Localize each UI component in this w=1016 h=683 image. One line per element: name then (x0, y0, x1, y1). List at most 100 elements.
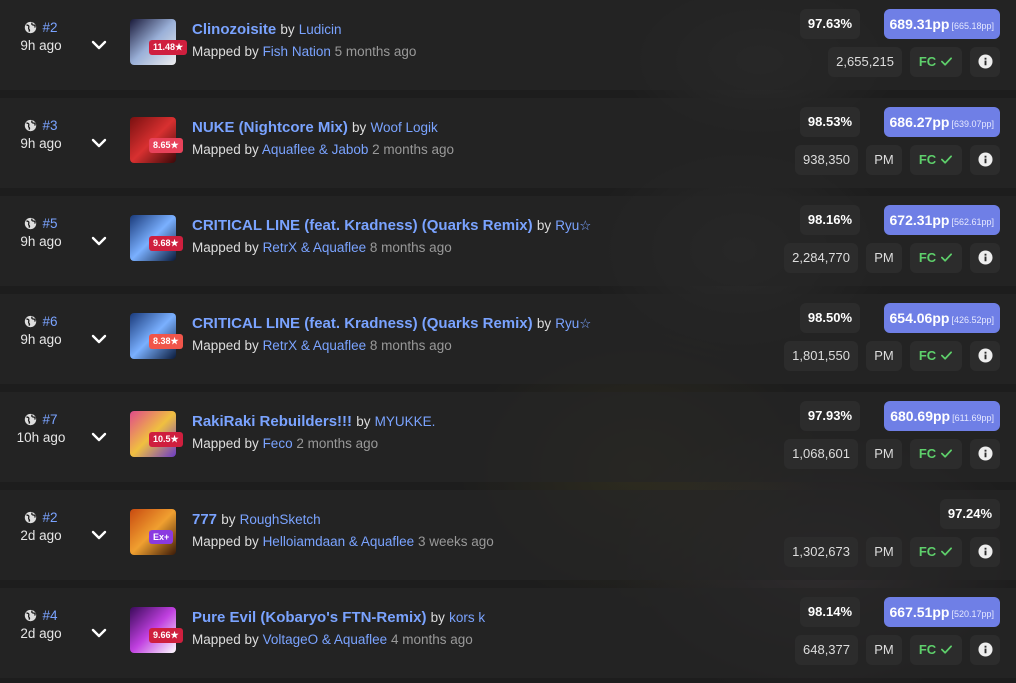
fc-label: FC (918, 250, 937, 265)
score-row[interactable]: #2 9h ago 11.48★ Clinozoisite by Ludicin Map… (0, 0, 1016, 90)
check-icon (936, 250, 953, 265)
rank-number[interactable]: #2 (42, 510, 57, 525)
mapper-name[interactable]: RetrX & Aquaflee (263, 240, 367, 255)
info-button[interactable] (970, 145, 1000, 175)
difficulty-badge: 11.48★ (149, 40, 188, 55)
song-title[interactable]: Clinozoisite (192, 21, 276, 38)
info-button[interactable] (970, 243, 1000, 273)
pp-badge: 672.31pp [562.61pp] (883, 205, 1000, 235)
global-rank[interactable]: #7 (0, 412, 82, 427)
score-meta: #7 10h ago (0, 392, 82, 445)
score-value: 1,068,601 (784, 439, 858, 469)
song-title[interactable]: RakiRaki Rebuilders!!! (192, 413, 352, 430)
info-button[interactable] (970, 341, 1000, 371)
raw-pp-value: [665.18pp] (951, 21, 994, 31)
mapper-name[interactable]: Aquaflee & Jabob (262, 142, 369, 157)
accuracy-badge: 98.16% (799, 205, 860, 235)
expand-chevron-icon[interactable] (89, 35, 109, 55)
fc-label: FC (918, 54, 937, 69)
mod-badge: PM (866, 145, 902, 175)
rank-number[interactable]: #7 (42, 412, 57, 427)
score-row[interactable]: #4 2d ago 9.66★ Pure Evil (Kobaryo's FTN-Re… (0, 588, 1016, 678)
info-button[interactable] (970, 635, 1000, 665)
score-meta: #6 9h ago (0, 294, 82, 347)
song-artist[interactable]: RoughSketch (240, 512, 321, 527)
song-artist[interactable]: Ryu☆ (555, 218, 591, 233)
rank-number[interactable]: #6 (42, 314, 57, 329)
score-meta: #4 2d ago (0, 588, 82, 641)
check-icon (936, 642, 953, 657)
expand-chevron-icon[interactable] (89, 623, 109, 643)
full-combo-badge: FC (910, 537, 962, 567)
mapped-by-label: Mapped by (192, 142, 259, 157)
raw-pp-value: [639.07pp] (951, 119, 994, 129)
info-icon (977, 152, 993, 167)
pp-badge: 689.31pp [665.18pp] (883, 9, 1000, 39)
global-rank[interactable]: #2 (0, 510, 82, 525)
song-title[interactable]: CRITICAL LINE (feat. Kradness) (Quarks R… (192, 217, 533, 234)
song-title[interactable]: CRITICAL LINE (feat. Kradness) (Quarks R… (192, 315, 533, 332)
difficulty-badge: 8.38★ (149, 334, 183, 349)
info-icon (977, 54, 993, 69)
song-info: Pure Evil (Kobaryo's FTN-Remix) by kors … (192, 608, 612, 647)
song-title[interactable]: Pure Evil (Kobaryo's FTN-Remix) (192, 609, 426, 626)
time-ago: 9h ago (20, 136, 62, 151)
info-button[interactable] (970, 537, 1000, 567)
song-artist[interactable]: Ryu☆ (555, 316, 591, 331)
fc-label: FC (918, 348, 937, 363)
accuracy-badge: 97.63% (799, 9, 860, 39)
expand-chevron-icon[interactable] (89, 329, 109, 349)
pp-value: 686.27pp (889, 114, 950, 130)
rank-number[interactable]: #4 (42, 608, 57, 623)
mapper-name[interactable]: Feco (263, 436, 293, 451)
rank-number[interactable]: #5 (42, 216, 57, 231)
score-meta: #2 9h ago (0, 0, 82, 53)
time-ago: 2d ago (20, 528, 62, 543)
score-row[interactable]: #7 10h ago 10.5★ RakiRaki Rebuilders!!! by … (0, 392, 1016, 482)
global-rank[interactable]: #6 (0, 314, 82, 329)
difficulty-badge: 10.5★ (149, 432, 183, 447)
mapped-by-label: Mapped by (192, 338, 259, 353)
score-value: 938,350 (795, 145, 858, 175)
song-artist[interactable]: Ludicin (299, 22, 342, 37)
mapper-name[interactable]: VoltageO & Aquaflee (263, 632, 388, 647)
difficulty-badge: 8.65★ (149, 138, 183, 153)
info-button[interactable] (970, 439, 1000, 469)
expand-chevron-icon[interactable] (89, 231, 109, 251)
global-rank[interactable]: #5 (0, 216, 82, 231)
raw-pp-value: [426.52pp] (951, 315, 994, 325)
song-title[interactable]: NUKE (Nightcore Mix) (192, 119, 348, 136)
song-artist[interactable]: MYUKKE. (375, 414, 436, 429)
info-button[interactable] (970, 47, 1000, 77)
expand-chevron-icon[interactable] (89, 427, 109, 447)
score-row[interactable]: #6 9h ago 8.38★ CRITICAL LINE (feat. Kradne… (0, 294, 1016, 384)
pp-badge: 654.06pp [426.52pp] (883, 303, 1000, 333)
score-row[interactable]: #5 9h ago 9.68★ CRITICAL LINE (feat. Kradne… (0, 196, 1016, 286)
expand-chevron-icon[interactable] (89, 525, 109, 545)
mapped-time: 8 months ago (369, 240, 452, 255)
mod-badge: PM (866, 537, 902, 567)
raw-pp-value: [562.61pp] (951, 217, 994, 227)
mapper-name[interactable]: Fish Nation (263, 44, 331, 59)
mapper-name[interactable]: RetrX & Aquaflee (263, 338, 367, 353)
rank-number[interactable]: #2 (42, 20, 57, 35)
accuracy-badge: 98.53% (799, 107, 860, 137)
song-artist[interactable]: Woof Logik (370, 120, 437, 135)
song-artist[interactable]: kors k (449, 610, 485, 625)
score-row[interactable]: #3 9h ago 8.65★ NUKE (Nightcore Mix) by Woo… (0, 98, 1016, 188)
raw-pp-value: [611.69pp] (952, 413, 994, 423)
song-title[interactable]: 777 (192, 511, 217, 528)
global-rank[interactable]: #4 (0, 608, 82, 623)
score-row[interactable]: #2 2d ago Ex+ 777 by RoughSketch Mapped by H… (0, 490, 1016, 580)
mapper-name[interactable]: Helloiamdaan & Aquaflee (263, 534, 415, 549)
global-rank[interactable]: #2 (0, 20, 82, 35)
by-label: by (221, 512, 236, 527)
song-info: CRITICAL LINE (feat. Kradness) (Quarks R… (192, 314, 612, 353)
accuracy-badge: 97.93% (799, 401, 860, 431)
global-rank[interactable]: #3 (0, 118, 82, 133)
song-info: Clinozoisite by Ludicin Mapped by Fish Na… (192, 20, 612, 59)
rank-number[interactable]: #3 (42, 118, 57, 133)
title-line: 777 by RoughSketch (192, 510, 612, 530)
accuracy-badge: 98.50% (799, 303, 860, 333)
expand-chevron-icon[interactable] (89, 133, 109, 153)
